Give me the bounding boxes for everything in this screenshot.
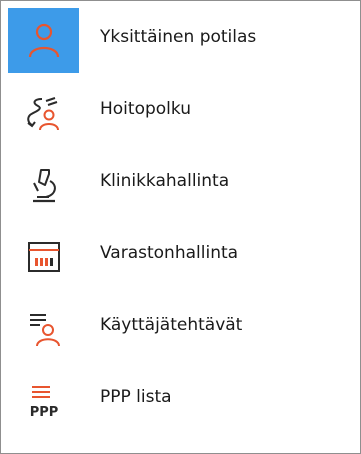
user-tasks-icon <box>29 313 60 346</box>
menu-item-inventory-management[interactable]: Varastonhallinta <box>1 217 360 289</box>
single-patient-icon <box>28 23 59 57</box>
menu-item-label: PPP lista <box>100 387 172 407</box>
menu-item-label: Varastonhallinta <box>100 243 239 263</box>
menu-item-label: Hoitopolku <box>100 99 191 119</box>
icon-container <box>8 152 79 217</box>
menu-item-care-path[interactable]: Hoitopolku <box>1 73 360 145</box>
care-path-icon <box>26 96 59 130</box>
menu-item-label: Klinikkahallinta <box>100 171 230 191</box>
menu-item-label: Yksittäinen potilas <box>100 27 257 47</box>
menu-item-label: Käyttäjätehtävät <box>100 315 243 335</box>
microscope-icon <box>32 168 56 202</box>
icon-container: PPP <box>8 368 79 433</box>
navigation-menu: Yksittäinen potilas Hoitopolku Klinikkah… <box>0 0 361 454</box>
selection-highlight <box>8 8 79 73</box>
icon-container <box>8 296 79 361</box>
menu-item-clinic-management[interactable]: Klinikkahallinta <box>1 145 360 217</box>
menu-item-single-patient[interactable]: Yksittäinen potilas <box>1 1 360 73</box>
ppp-icon-text: PPP <box>29 405 58 420</box>
ppp-list-icon: PPP <box>29 385 58 420</box>
menu-item-ppp-list[interactable]: PPP PPP lista <box>1 361 360 433</box>
icon-container <box>8 224 79 289</box>
menu-item-user-tasks[interactable]: Käyttäjätehtävät <box>1 289 360 361</box>
icon-container <box>8 80 79 145</box>
inventory-icon <box>27 241 60 272</box>
